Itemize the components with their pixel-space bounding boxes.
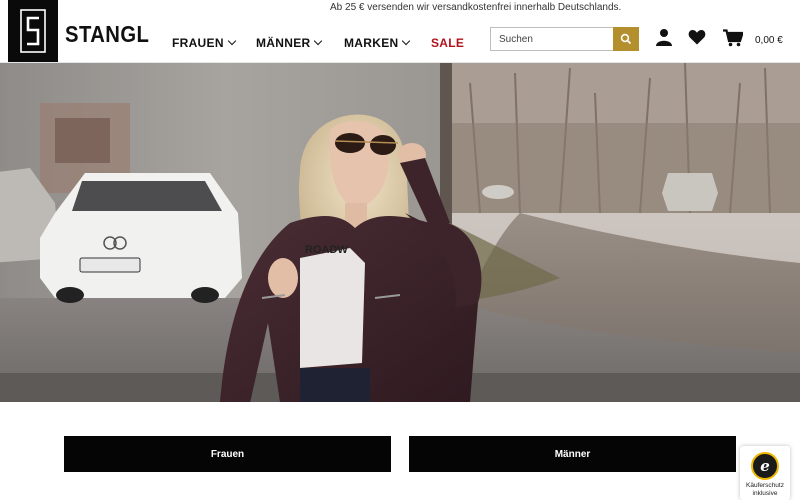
brand-logo[interactable] <box>8 0 58 62</box>
shirt-print-text: ROADW <box>305 244 348 256</box>
chevron-down-icon <box>402 36 411 46</box>
badge-line-1: Käuferschutz <box>746 482 784 489</box>
chevron-down-icon <box>314 36 323 46</box>
hero-photo: ROADW <box>0 63 800 402</box>
trusted-shops-logo-icon: e <box>751 452 779 480</box>
nav-item-label: MARKEN <box>344 36 399 50</box>
logo-s-mark-icon <box>20 9 46 53</box>
shipping-note: Ab 25 € versenden wir versandkostenfrei … <box>330 2 622 13</box>
brand-name[interactable]: STANGL <box>65 21 149 48</box>
search-icon <box>620 33 632 45</box>
nav-item-label: FRAUEN <box>172 36 224 50</box>
trust-badge[interactable]: e Käuferschutz inklusive <box>740 446 790 500</box>
page: STANGL Ab 25 € versenden wir versandkost… <box>0 0 800 500</box>
search-button[interactable] <box>613 27 639 51</box>
search-input[interactable] <box>490 27 613 51</box>
cart-icon <box>723 29 744 47</box>
chevron-down-icon <box>227 36 237 46</box>
nav-item-maenner[interactable]: MÄNNER <box>256 36 323 50</box>
category-button-frauen[interactable]: Frauen <box>64 436 391 472</box>
wishlist-button[interactable] <box>688 29 706 50</box>
nav-item-label: SALE <box>431 36 465 50</box>
category-button-maenner[interactable]: Männer <box>409 436 736 472</box>
nav-item-sale[interactable]: SALE <box>431 36 464 50</box>
nav-item-label: MÄNNER <box>256 36 311 50</box>
heart-icon <box>688 29 706 45</box>
hero-banner[interactable]: ROADW <box>0 63 800 402</box>
nav-item-frauen[interactable]: FRAUEN <box>172 36 237 50</box>
cart-total[interactable]: 0,00 € <box>755 35 783 46</box>
account-icon <box>656 29 672 46</box>
account-button[interactable] <box>655 28 673 51</box>
cart-button[interactable] <box>723 29 744 52</box>
nav-item-marken[interactable]: MARKEN <box>344 36 411 50</box>
search-bar <box>490 27 639 51</box>
site-header: STANGL Ab 25 € versenden wir versandkost… <box>0 0 800 63</box>
badge-line-2: inklusive <box>752 490 778 497</box>
